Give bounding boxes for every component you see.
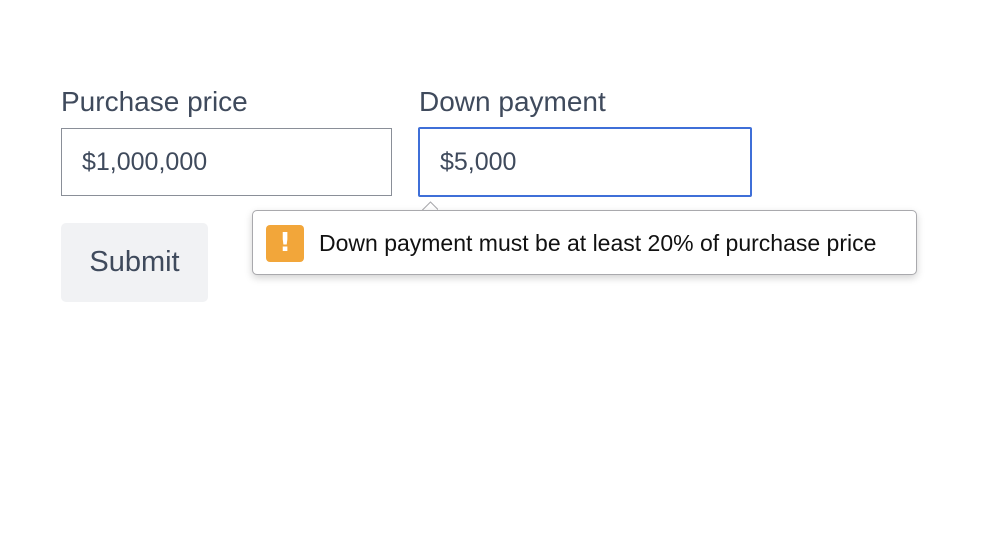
validation-message: Down payment must be at least 20% of pur… [319, 230, 877, 256]
mortgage-form: Purchase price Down payment Submit ! Dow… [0, 0, 1000, 560]
down-payment-label: Down payment [419, 86, 606, 117]
warning-icon: ! [266, 225, 304, 262]
purchase-price-input[interactable] [61, 128, 392, 196]
down-payment-input[interactable] [418, 127, 752, 197]
validation-tooltip: ! Down payment must be at least 20% of p… [252, 210, 917, 275]
purchase-price-label: Purchase price [61, 86, 248, 117]
submit-button[interactable]: Submit [61, 223, 208, 302]
